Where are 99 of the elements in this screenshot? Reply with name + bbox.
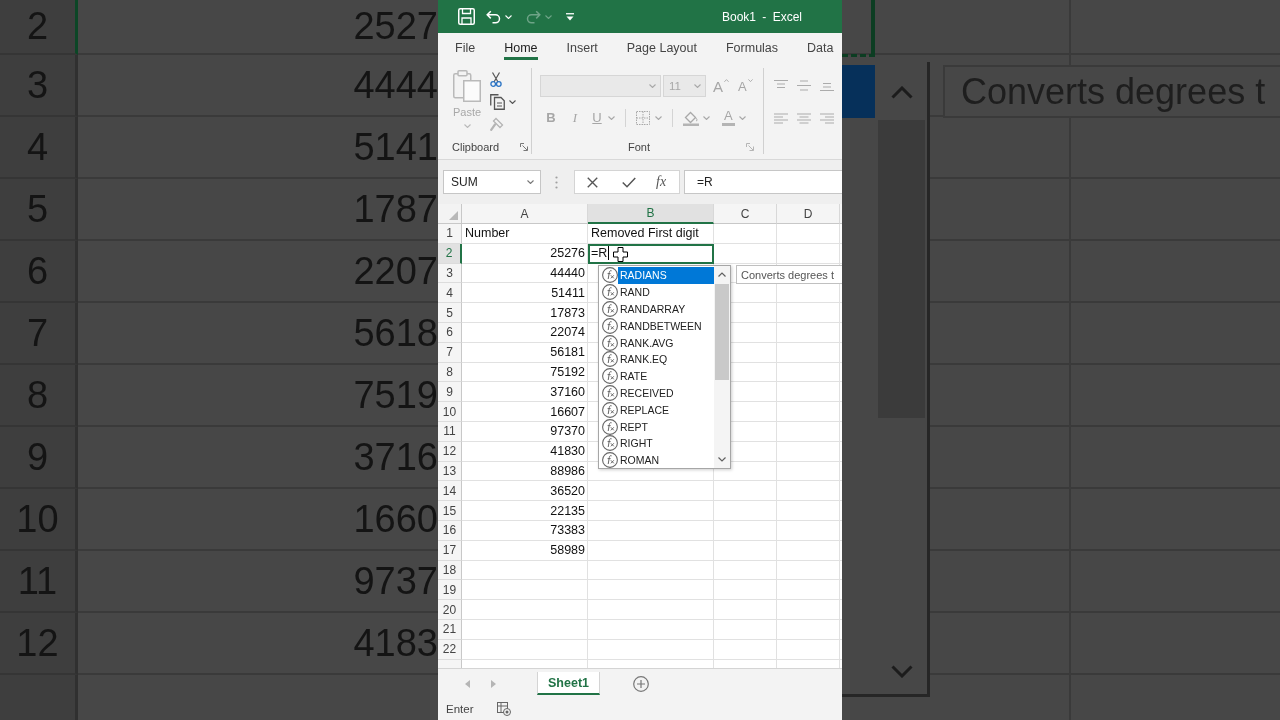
table-cell-text: Removed First digit — [590, 225, 700, 243]
autocomplete-item[interactable]: RANK.AVG — [599, 334, 714, 351]
table-cell-text: 16607 — [549, 403, 586, 421]
chevron-up-icon[interactable] — [718, 272, 726, 277]
caret-up-icon — [724, 78, 729, 82]
paint-bucket-icon — [683, 109, 699, 126]
function-icon — [602, 418, 618, 435]
ribbon-tab[interactable]: Insert — [566, 33, 598, 60]
table-cell-text: 51411 — [550, 284, 586, 302]
sheet-tab[interactable]: Sheet1 — [537, 672, 600, 695]
chevron-up-icon — [890, 86, 913, 99]
autocomplete-item[interactable]: REPLACE — [599, 401, 714, 419]
plus-circle-icon[interactable] — [633, 675, 649, 692]
function-tooltip: Converts degrees t — [736, 265, 842, 284]
table-cell-text: 22074 — [549, 324, 586, 342]
clipboard-icon — [453, 70, 481, 102]
selection-border — [842, 0, 875, 57]
scissors-icon[interactable] — [490, 72, 502, 87]
customize-caret-icon[interactable] — [566, 12, 574, 21]
table-cell-text: Number — [464, 225, 511, 243]
table-cell-text: 88986 — [549, 462, 586, 480]
copy-icon[interactable] — [490, 94, 505, 110]
triangle-icon — [449, 211, 458, 220]
function-icon — [602, 435, 618, 452]
caret-down-icon — [747, 78, 753, 82]
borders-icon — [636, 110, 650, 125]
table-cell-text: 75192 — [549, 363, 586, 381]
caret-icon — [703, 115, 710, 120]
save-icon[interactable] — [458, 8, 475, 25]
autocomplete-item[interactable]: RADIANS — [599, 267, 714, 284]
plus-cursor-icon — [613, 246, 628, 262]
autocomplete-item[interactable]: RIGHT — [599, 434, 714, 452]
table-cell-text: 73383 — [549, 522, 586, 540]
column-header[interactable]: B — [588, 204, 714, 224]
caret-icon — [509, 100, 516, 104]
table-cell-text: 44440 — [549, 265, 586, 282]
status-mode: Enter — [446, 703, 474, 715]
ribbon-tab[interactable]: Formulas — [725, 33, 779, 60]
caret-icon — [505, 14, 512, 19]
checkmark-icon[interactable] — [622, 176, 636, 188]
table-cell-text: 41830 — [549, 443, 586, 461]
cancel-icon[interactable] — [587, 176, 598, 188]
undo-icon[interactable] — [486, 9, 501, 24]
chevron-down-icon — [890, 665, 913, 678]
table-cell-text: 37160 — [549, 383, 586, 401]
autocomplete-item[interactable]: RANK.EQ — [599, 351, 714, 368]
group-label: Clipboard — [452, 141, 500, 153]
row-header[interactable]: 2 — [438, 243, 462, 264]
autocomplete-item[interactable]: RATE — [599, 367, 714, 385]
table-cell-text: 17873 — [549, 304, 586, 322]
scrollbar[interactable] — [714, 266, 730, 468]
group-label: Font — [628, 141, 650, 153]
caret-icon — [527, 180, 534, 184]
dialog-launcher-icon[interactable] — [520, 143, 528, 151]
caret-icon — [694, 84, 701, 88]
window-title: Book1 - Excel — [721, 9, 802, 24]
formula-input[interactable]: =R — [684, 170, 842, 194]
caret-icon — [463, 124, 471, 128]
table-cell-text: 97370 — [549, 423, 586, 441]
grip-icon — [555, 175, 558, 189]
table-cell-text: 56181 — [549, 344, 586, 362]
function-icon — [602, 384, 618, 401]
ribbon-tab[interactable]: File — [455, 33, 476, 60]
autocomplete-item[interactable]: RANDARRAY — [599, 300, 714, 318]
caret-icon — [545, 14, 552, 19]
triangle-right-icon[interactable] — [491, 679, 496, 688]
cell-editor[interactable]: =R — [588, 243, 714, 264]
function-icon — [602, 301, 618, 317]
function-icon — [602, 284, 618, 301]
table-cell-text: 58989 — [549, 542, 586, 560]
function-icon — [602, 334, 618, 351]
chevron-down-icon[interactable] — [718, 457, 726, 462]
ribbon-tab[interactable]: Data — [807, 33, 834, 60]
autocomplete-item[interactable]: RECEIVED — [599, 384, 714, 402]
table-cell-text: 25276 — [549, 245, 586, 263]
caret-icon — [608, 115, 615, 120]
ribbon-tab[interactable]: Page Layout — [626, 33, 697, 60]
autocomplete-item[interactable]: REPT — [599, 418, 714, 435]
function-icon — [602, 452, 618, 469]
triangle-left-icon[interactable] — [465, 679, 470, 688]
document-record-icon[interactable] — [496, 702, 511, 716]
function-icon — [602, 317, 618, 334]
function-icon — [602, 267, 618, 284]
text-caret-icon — [608, 246, 610, 261]
function-icon — [602, 368, 618, 385]
insert-function-button[interactable]: fx — [656, 174, 667, 190]
highlight-fragment — [842, 65, 875, 118]
table-cell-text: 36520 — [549, 482, 586, 500]
table-cell-text: 22135 — [549, 502, 586, 520]
autocomplete-item[interactable]: RANDBETWEEN — [599, 317, 714, 335]
name-box[interactable]: SUM — [443, 170, 541, 194]
caret-icon — [655, 115, 662, 120]
caret-icon — [649, 84, 656, 88]
autocomplete-item[interactable]: RAND — [599, 283, 714, 301]
caret-icon — [738, 115, 746, 120]
autocomplete-item[interactable]: ROMAN — [599, 451, 714, 469]
function-icon — [602, 351, 618, 368]
function-icon — [602, 401, 618, 418]
scrollbar-thumb[interactable] — [715, 284, 729, 380]
